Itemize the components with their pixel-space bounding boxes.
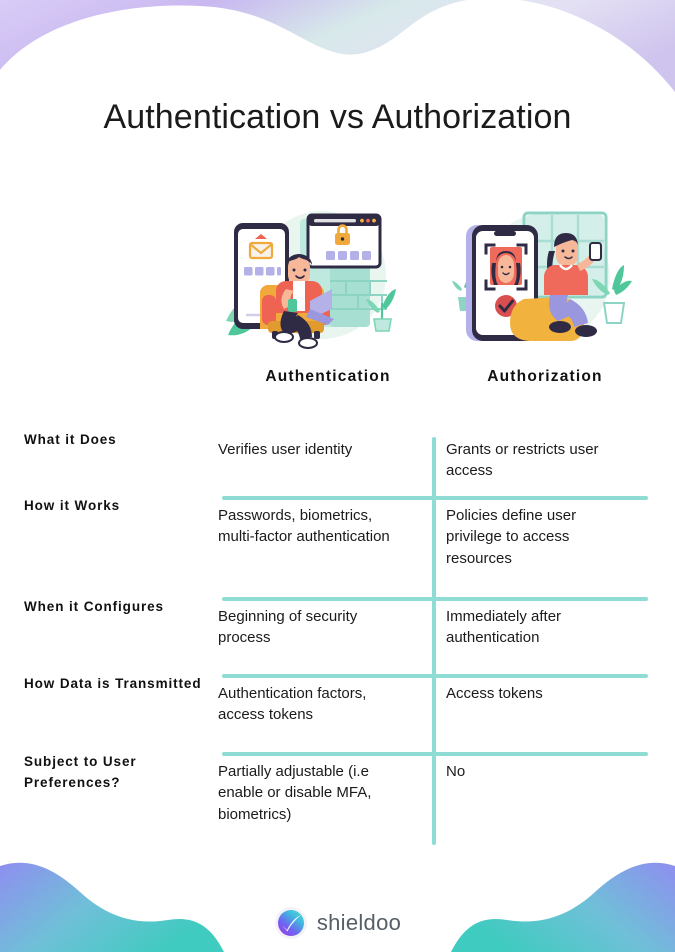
table-row: How it Works Passwords, biometrics, mult… [0,496,675,597]
shieldoo-logo-icon [274,907,307,939]
page-title: Authentication vs Authorization [103,98,572,136]
row-value-authentication: Beginning of security process [218,608,358,647]
comparison-table: What it Does Verifies user identity Gran… [0,430,675,845]
footer-brand: shieldoo [0,903,675,943]
row-value-authentication: Partially adjustable (i.e enable or disa… [218,763,372,823]
row-divider [222,597,648,601]
table-row: When it Configures Beginning of security… [0,597,675,674]
brand-name: shieldoo [316,910,402,935]
table-row: Subject to User Preferences? Partially a… [0,752,675,845]
row-value-authentication: Authentication factors, access tokens [218,685,367,724]
row-value-authorization: Immediately after authentication [446,608,562,647]
row-value-authorization: Policies define user privilege to access… [446,507,577,567]
row-value-authorization: Access tokens [446,685,543,702]
row-value-authorization: Grants or restricts user access [446,441,599,480]
column-header-authentication: Authentication [265,368,391,385]
row-divider [222,752,648,756]
infographic-page: Authentication vs Authorization Authenti… [0,0,675,952]
row-label: When it Configures [24,599,164,614]
row-label: Subject to User Preferences? [24,754,137,790]
table-row: What it Does Verifies user identity Gran… [0,430,675,496]
row-label: What it Does [24,432,117,447]
authentication-illustration [226,211,396,349]
row-divider [222,674,648,678]
column-header-authorization: Authorization [487,368,603,385]
row-label: How it Works [24,498,121,513]
row-value-authentication: Verifies user identity [218,441,353,458]
row-value-authentication: Passwords, biometrics, multi-factor auth… [218,507,390,546]
illustration-row [0,203,675,355]
row-value-authorization: No [446,763,466,780]
authorization-illustration [452,211,632,341]
column-headers: Authentication Authorization [0,368,675,394]
row-label: How Data is Transmitted [24,676,202,691]
table-row: How Data is Transmitted Authentication f… [0,674,675,752]
row-divider [222,496,648,500]
